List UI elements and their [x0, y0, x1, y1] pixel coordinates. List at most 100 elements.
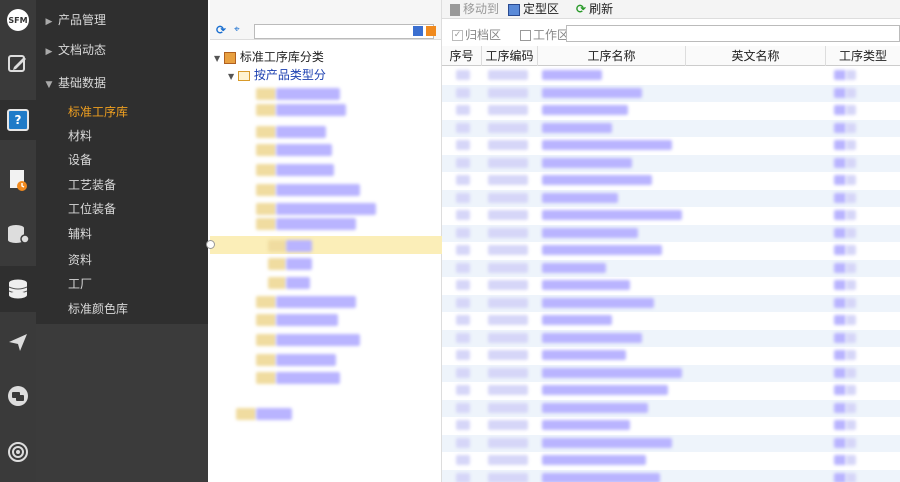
blurred-cell: [542, 332, 642, 343]
workspace-filter[interactable]: 工作区: [520, 26, 569, 43]
blurred-cell: [834, 210, 846, 220]
table-row[interactable]: [442, 137, 900, 154]
table-row[interactable]: [442, 207, 900, 224]
table-row[interactable]: [442, 347, 900, 364]
blurred-cell: [542, 140, 672, 150]
nav-item-material[interactable]: 材料: [36, 124, 208, 148]
nav-item-tooling[interactable]: 工艺装备: [36, 173, 208, 197]
fixed-area-icon: [508, 3, 520, 16]
nav-item-auxiliary[interactable]: 辅料: [36, 222, 208, 246]
chevron-down-icon: ▼: [45, 80, 53, 90]
tree-locate-icon[interactable]: ⌖: [234, 24, 240, 35]
archive-checkbox[interactable]: ✓: [452, 30, 463, 41]
tree-selected-row[interactable]: [210, 236, 442, 254]
blurred-cell: [488, 402, 528, 413]
table-row[interactable]: [442, 434, 900, 452]
nav-group-basic-data[interactable]: ▼ 基础数据: [36, 71, 208, 95]
database-settings-icon[interactable]: [0, 214, 36, 254]
nav-item-standard-process[interactable]: 标准工序库: [36, 100, 208, 124]
document-clock-icon[interactable]: [0, 160, 36, 200]
blurred-cell: [542, 262, 606, 273]
table-row[interactable]: [442, 469, 900, 482]
blurred-cell: [846, 402, 856, 413]
table-row[interactable]: [442, 312, 900, 329]
col-header-type[interactable]: 工序类型: [826, 46, 900, 66]
tree-refresh-icon[interactable]: ⟳: [216, 23, 226, 37]
table-row[interactable]: [442, 364, 900, 382]
tree-search-input[interactable]: [254, 24, 434, 39]
database-svg: [8, 279, 28, 299]
tree-root-node[interactable]: ▼ 标准工序库分类: [214, 48, 324, 66]
fixed-area-button[interactable]: 定型区: [508, 0, 559, 19]
blurred-cell: [542, 385, 668, 395]
table-row[interactable]: [442, 102, 900, 119]
table-row[interactable]: [442, 154, 900, 172]
table-row[interactable]: [442, 84, 900, 102]
blurred-cell: [542, 437, 672, 448]
table-row[interactable]: [442, 417, 900, 434]
blurred-cell: [456, 472, 470, 482]
logo-icon[interactable]: SFM: [0, 0, 36, 40]
tree-toolbar: ⟳ ⌖: [210, 0, 441, 40]
blurred-cell: [542, 297, 654, 308]
table-row[interactable]: [442, 172, 900, 189]
blurred-cell: [834, 367, 846, 378]
blurred-cell: [542, 472, 660, 482]
col-header-english-name[interactable]: 英文名称: [686, 46, 826, 66]
blurred-cell: [846, 245, 856, 255]
nav-item-equipment[interactable]: 设备: [36, 148, 208, 172]
blurred-cell: [456, 157, 470, 168]
tree-root-label: 标准工序库分类: [239, 50, 324, 64]
blurred-cell: [488, 70, 528, 80]
blurred-cell: [542, 280, 630, 290]
workspace-checkbox[interactable]: [520, 30, 531, 41]
blurred-cell: [542, 245, 662, 255]
blurred-cell: [834, 420, 846, 430]
table-row[interactable]: [442, 67, 900, 84]
send-icon[interactable]: [0, 322, 36, 362]
table-row[interactable]: [442, 399, 900, 417]
table-row[interactable]: [442, 259, 900, 277]
table-row[interactable]: [442, 224, 900, 242]
col-header-code[interactable]: 工序编码: [482, 46, 538, 66]
table-row[interactable]: [442, 277, 900, 294]
move-to-label: 移动到: [463, 2, 500, 16]
move-to-button[interactable]: 移动到: [450, 0, 499, 19]
table-row[interactable]: [442, 329, 900, 347]
table-row[interactable]: [442, 382, 900, 399]
table-row[interactable]: [442, 242, 900, 259]
nav-group-label: 基础数据: [58, 76, 107, 90]
blurred-cell: [488, 437, 528, 448]
blurred-cell: [456, 122, 470, 133]
blurred-cell: [846, 157, 856, 168]
splitter-handle[interactable]: [206, 240, 215, 249]
tree-panel: ⟳ ⌖ ▼ 标准工序库分类 ▼ 按产品类型分: [206, 0, 442, 482]
nav-item-factory[interactable]: 工厂: [36, 272, 208, 296]
broadcast-icon[interactable]: [0, 432, 36, 472]
blurred-cell: [542, 402, 648, 413]
document-clock-svg: [10, 170, 27, 191]
refresh-button[interactable]: ⟳ 刷新: [576, 0, 613, 19]
nav-item-standard-colors[interactable]: 标准颜色库: [36, 297, 208, 321]
tree-child-node[interactable]: ▼ 按产品类型分: [228, 66, 326, 84]
table-row[interactable]: [442, 452, 900, 469]
help-icon[interactable]: ?: [0, 100, 36, 140]
col-header-name[interactable]: 工序名称: [538, 46, 686, 66]
refresh-label: 刷新: [589, 2, 614, 16]
table-row[interactable]: [442, 119, 900, 137]
table-row[interactable]: [442, 189, 900, 207]
expand-all-icon[interactable]: [426, 26, 436, 36]
edit-icon[interactable]: [0, 44, 36, 84]
nav-item-resources[interactable]: 资料: [36, 248, 208, 272]
nav-group-product[interactable]: ▶ 产品管理: [36, 8, 208, 32]
table-row[interactable]: [442, 294, 900, 312]
archive-filter[interactable]: ✓ 归档区: [452, 26, 501, 43]
collapse-all-icon[interactable]: [413, 26, 423, 36]
col-header-index[interactable]: 序号: [442, 46, 482, 66]
nav-group-docs[interactable]: ▶ 文档动态: [36, 38, 208, 62]
nav-item-station-equipment[interactable]: 工位装备: [36, 197, 208, 221]
blurred-cell: [834, 472, 846, 482]
grid-search-input[interactable]: [566, 25, 900, 42]
chat-icon[interactable]: [0, 376, 36, 416]
database-icon[interactable]: [0, 266, 36, 312]
